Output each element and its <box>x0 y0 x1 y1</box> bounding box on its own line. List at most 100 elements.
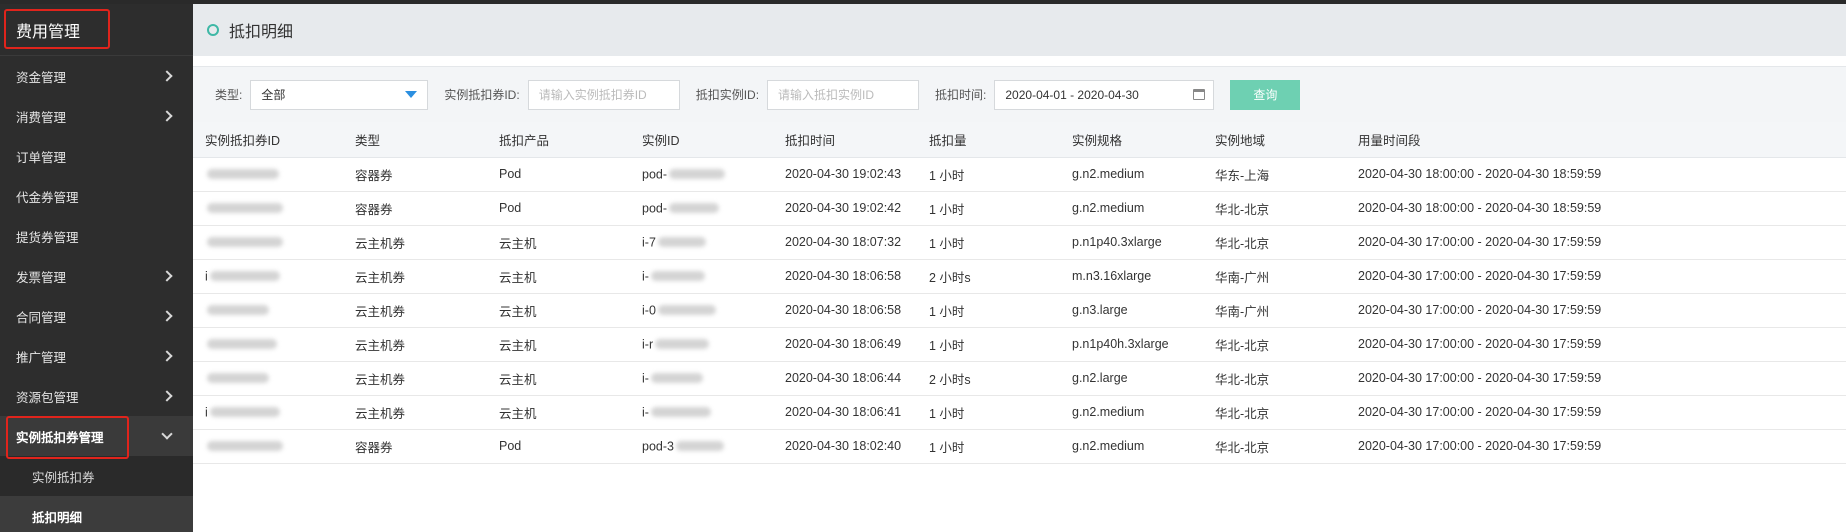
type-cell: 云主机券 <box>343 361 487 396</box>
sidebar-item-consumption[interactable]: 消费管理 <box>0 96 193 136</box>
main-content: 抵扣明细 类型: 全部 实例抵扣券ID: 抵扣实例ID: 抵扣时间: 2020-… <box>193 4 1846 532</box>
instance-id-cell: pod-3 <box>630 429 773 464</box>
voucher-id-label: 实例抵扣券ID: <box>444 88 520 102</box>
region-cell: 华东-上海 <box>1203 157 1346 192</box>
sidebar-item-resource-packs[interactable]: 资源包管理 <box>0 376 193 416</box>
column-header: 类型 <box>343 122 487 158</box>
product-cell: Pod <box>487 429 630 464</box>
period-cell: 2020-04-30 17:00:00 - 2020-04-30 17:59:5… <box>1346 225 1846 260</box>
time-cell: 2020-04-30 18:06:41 <box>773 395 917 430</box>
table-header-row: 实例抵扣券ID 类型 抵扣产品 实例ID 抵扣时间 抵扣量 实例规格 实例地域 … <box>193 122 1846 158</box>
instance-id-cell: pod- <box>630 191 773 226</box>
type-select[interactable]: 全部 <box>250 79 429 110</box>
highlight-box <box>4 9 110 49</box>
sidebar-title: 费用管理 <box>0 4 193 56</box>
amount-cell: 1 小时 <box>917 157 1060 192</box>
chevron-right-icon <box>161 390 173 402</box>
redacted-mask <box>207 169 279 180</box>
period-cell: 2020-04-30 17:00:00 - 2020-04-30 17:59:5… <box>1346 395 1846 430</box>
voucher-id-input[interactable] <box>527 79 680 110</box>
sidebar-item-label: 资源包管理 <box>16 390 79 405</box>
circle-icon <box>207 24 219 36</box>
instance-id-input[interactable] <box>767 79 920 110</box>
chevron-right-icon <box>161 310 173 322</box>
sidebar-subitem-label: 抵扣明细 <box>32 510 83 525</box>
date-range-picker[interactable]: 2020-04-01 - 2020-04-30 <box>994 79 1215 110</box>
product-cell: Pod <box>487 157 630 192</box>
sidebar-item-label: 提货券管理 <box>16 230 79 245</box>
sidebar-subitem-deduction-details[interactable]: 抵扣明细 <box>0 496 193 532</box>
type-cell: 容器券 <box>343 157 487 192</box>
table-row: 容器券 Pod pod- 2020-04-30 19:02:42 1 小时 g.… <box>193 191 1846 226</box>
instance-id-cell: i- <box>630 259 773 294</box>
sidebar-item-promotion[interactable]: 推广管理 <box>0 336 193 376</box>
period-cell: 2020-04-30 18:00:00 - 2020-04-30 18:59:5… <box>1346 157 1846 192</box>
column-header: 用量时间段 <box>1346 122 1846 158</box>
spec-cell: m.n3.16xlarge <box>1060 259 1203 294</box>
sidebar-item-coupons[interactable]: 代金券管理 <box>0 176 193 216</box>
sidebar-item-label: 推广管理 <box>16 350 67 365</box>
region-cell: 华北-北京 <box>1203 327 1346 362</box>
time-cell: 2020-04-30 19:02:43 <box>773 157 917 192</box>
sidebar-item-funds[interactable]: 资金管理 <box>0 56 193 96</box>
voucher-id-cell <box>193 327 343 362</box>
table-row: 容器券 Pod pod-3 2020-04-30 18:02:40 1 小时 g… <box>193 429 1846 464</box>
time-cell: 2020-04-30 18:06:58 <box>773 259 917 294</box>
voucher-id-cell: i <box>193 395 343 430</box>
type-cell: 云主机券 <box>343 293 487 328</box>
redacted-mask <box>657 305 716 316</box>
sidebar-subitem-label: 实例抵扣券 <box>32 470 95 485</box>
region-cell: 华北-北京 <box>1203 429 1346 464</box>
region-cell: 华北-北京 <box>1203 395 1346 430</box>
dropdown-arrow-icon <box>405 91 418 98</box>
type-cell: 云主机券 <box>343 225 487 260</box>
product-cell: 云主机 <box>487 327 630 362</box>
table-row: 云主机券 云主机 i-7 2020-04-30 18:07:32 1 小时 p.… <box>193 225 1846 260</box>
redacted-mask <box>209 271 280 282</box>
spec-cell: g.n2.medium <box>1060 191 1203 226</box>
product-cell: 云主机 <box>487 361 630 396</box>
table-row: 云主机券 云主机 i-0 2020-04-30 18:06:58 1 小时 g.… <box>193 293 1846 328</box>
voucher-id-cell <box>193 429 343 464</box>
period-cell: 2020-04-30 17:00:00 - 2020-04-30 17:59:5… <box>1346 259 1846 294</box>
time-cell: 2020-04-30 18:07:32 <box>773 225 917 260</box>
calendar-icon <box>1193 89 1206 100</box>
page-header: 抵扣明细 <box>193 4 1846 56</box>
time-cell: 2020-04-30 18:06:49 <box>773 327 917 362</box>
amount-cell: 1 小时 <box>917 327 1060 362</box>
time-cell: 2020-04-30 19:02:42 <box>773 191 917 226</box>
chevron-right-icon <box>161 350 173 362</box>
voucher-id-cell: i <box>193 259 343 294</box>
table-row: i 云主机券 云主机 i- 2020-04-30 18:06:41 1 小时 g… <box>193 395 1846 430</box>
sidebar-item-pickup-vouchers[interactable]: 提货券管理 <box>0 216 193 256</box>
spec-cell: g.n2.medium <box>1060 157 1203 192</box>
instance-id-cell: i-7 <box>630 225 773 260</box>
sidebar-item-instance-vouchers[interactable]: 实例抵扣券管理 <box>0 416 193 459</box>
column-header: 实例抵扣券ID <box>193 122 343 158</box>
chevron-right-icon <box>161 110 173 122</box>
column-header: 实例地域 <box>1203 122 1346 158</box>
redacted-mask <box>209 407 280 418</box>
query-button[interactable]: 查询 <box>1230 79 1301 110</box>
redacted-mask <box>657 237 706 248</box>
sidebar-item-orders[interactable]: 订单管理 <box>0 136 193 176</box>
column-header: 实例规格 <box>1060 122 1203 158</box>
spec-cell: g.n3.large <box>1060 293 1203 328</box>
chevron-right-icon <box>161 270 173 282</box>
spec-cell: g.n2.medium <box>1060 395 1203 430</box>
sidebar-item-contracts[interactable]: 合同管理 <box>0 296 193 336</box>
amount-cell: 1 小时 <box>917 225 1060 260</box>
sidebar-subitem-instance-voucher[interactable]: 实例抵扣券 <box>0 456 193 496</box>
voucher-id-cell <box>193 191 343 226</box>
region-cell: 华南-广州 <box>1203 259 1346 294</box>
amount-cell: 1 小时 <box>917 429 1060 464</box>
product-cell: 云主机 <box>487 293 630 328</box>
sidebar: 费用管理 资金管理 消费管理 订单管理 代金券管理 提货券管理 发票管理 合同管… <box>0 4 193 532</box>
instance-id-cell: i-0 <box>630 293 773 328</box>
sidebar-item-invoices[interactable]: 发票管理 <box>0 256 193 296</box>
redacted-mask <box>207 203 283 214</box>
voucher-id-cell <box>193 225 343 260</box>
column-header: 抵扣产品 <box>487 122 630 158</box>
type-label: 类型: <box>215 88 243 102</box>
instance-id-label: 抵扣实例ID: <box>695 88 760 102</box>
